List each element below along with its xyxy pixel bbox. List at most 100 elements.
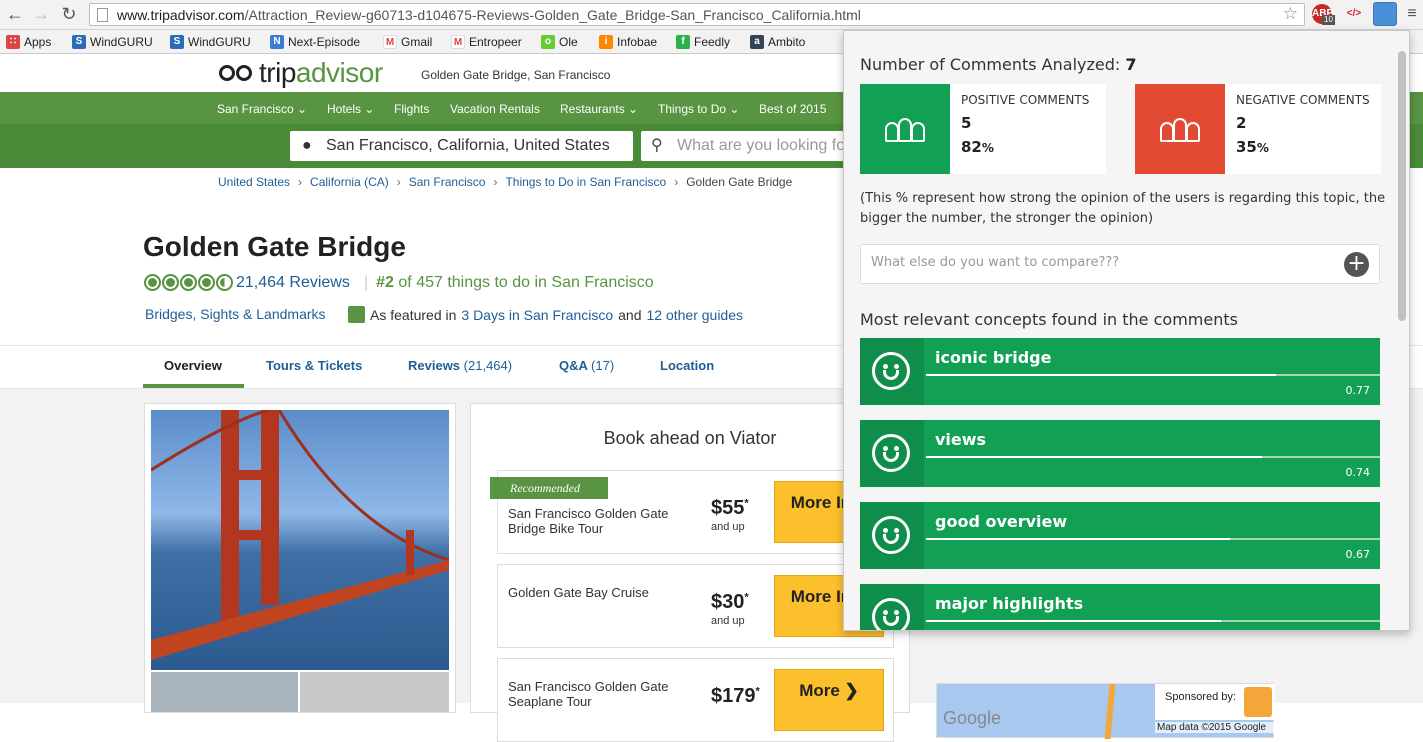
thumbnail[interactable] xyxy=(300,672,449,712)
breadcrumb-current: Golden Gate Bridge xyxy=(686,175,793,189)
concept-score-bar xyxy=(926,620,1380,622)
tour-item[interactable]: San Francisco Golden Gate Seaplane Tour … xyxy=(497,658,894,742)
photo-card xyxy=(144,403,456,713)
bookmark-gmail[interactable]: M Gmail xyxy=(383,34,432,50)
apps-grid-icon: ∷ xyxy=(6,35,20,49)
ole-icon: o xyxy=(541,35,555,49)
concept-score-fill xyxy=(926,374,1276,376)
tab-overview[interactable]: Overview xyxy=(164,358,222,373)
nav-hotels[interactable]: Hotels ⌄ xyxy=(327,102,374,116)
negative-card: NEGATIVE COMMENTS 2 35% xyxy=(1135,84,1381,174)
bridge-photo[interactable] xyxy=(151,410,449,670)
nav-best-of-2015[interactable]: Best of 2015 xyxy=(759,102,826,116)
more-info-button[interactable]: More ❯ xyxy=(774,669,884,731)
nav-san-francisco[interactable]: San Francisco ⌄ xyxy=(217,102,307,116)
reload-icon[interactable]: ↻ xyxy=(58,3,80,25)
bookmark-entropeer[interactable]: M Entropeer xyxy=(451,34,522,50)
google-logo: Google xyxy=(943,708,1002,728)
url-text[interactable]: www.tripadvisor.com/Attraction_Review-g6… xyxy=(117,7,861,23)
sentiment-extension-icon[interactable] xyxy=(1373,2,1397,26)
concept-score-fill xyxy=(926,538,1231,540)
map-road xyxy=(1104,684,1116,739)
nav-restaurants[interactable]: Restaurants ⌄ xyxy=(560,102,638,116)
menu-icon[interactable]: ≡ xyxy=(1404,4,1420,24)
tab-reviews[interactable]: Reviews (21,464) xyxy=(408,358,512,373)
concept-card[interactable]: good overview 0.67 xyxy=(860,502,1380,569)
bridge-illustration xyxy=(151,410,449,660)
location-pin-icon: ● xyxy=(302,137,312,154)
tab-qa[interactable]: Q&A (17) xyxy=(559,358,614,373)
nav-vacation-rentals[interactable]: Vacation Rentals xyxy=(450,102,540,116)
map[interactable]: Google Sponsored by: Map data ©2015 Goog… xyxy=(936,683,1275,739)
bookmark-apps[interactable]: ∷ Apps xyxy=(6,34,51,50)
relevant-concepts-title: Most relevant concepts found in the comm… xyxy=(860,310,1238,329)
thumbnail[interactable] xyxy=(151,672,298,712)
add-compare-button[interactable]: + xyxy=(1344,252,1369,277)
tour-item[interactable]: Golden Gate Bay Cruise $30* and up More … xyxy=(497,564,894,648)
bookmark-feedly[interactable]: f Feedly xyxy=(676,34,730,50)
bookmark-infobae[interactable]: i Infobae xyxy=(599,34,657,50)
popup-scrollbar[interactable] xyxy=(1398,51,1406,321)
guide-book-icon xyxy=(348,306,365,323)
compare-input[interactable] xyxy=(871,255,1331,270)
concept-card[interactable]: views 0.74 xyxy=(860,420,1380,487)
concept-score-fill xyxy=(926,620,1222,622)
nav-things-to-do[interactable]: Things to Do ⌄ xyxy=(658,102,739,116)
smile-icon xyxy=(872,516,910,554)
compare-box: + xyxy=(860,244,1380,284)
page-icon xyxy=(97,8,108,22)
concept-card[interactable]: major highlights xyxy=(860,584,1380,630)
back-arrow-icon[interactable]: ← xyxy=(4,3,26,25)
code-extension-icon[interactable]: </> xyxy=(1341,4,1367,24)
map-sponsor: Sponsored by: xyxy=(1165,691,1236,703)
concept-score-bar xyxy=(926,374,1380,376)
infobae-icon: i xyxy=(599,35,613,49)
concept-score-bar xyxy=(926,538,1380,540)
smile-icon xyxy=(872,352,910,390)
breadcrumb-california[interactable]: California (CA) xyxy=(310,175,389,189)
negative-people-icon xyxy=(1135,84,1225,174)
abp-badge: 10 xyxy=(1322,15,1335,25)
address-bar[interactable]: www.tripadvisor.com/Attraction_Review-g6… xyxy=(89,3,1305,26)
positive-people-icon xyxy=(860,84,950,174)
guide-link-3-days[interactable]: 3 Days in San Francisco xyxy=(461,307,613,323)
next-episode-icon: N xyxy=(270,35,284,49)
smile-icon xyxy=(872,598,910,630)
bookmark-next-episode[interactable]: N Next-Episode xyxy=(270,34,360,50)
active-tab-indicator xyxy=(143,384,244,388)
comfort-inn-logo xyxy=(1244,687,1272,717)
category-link[interactable]: Bridges, Sights & Landmarks xyxy=(145,306,326,322)
bookmark-ambito[interactable]: a Ambito xyxy=(750,34,805,50)
recommended-ribbon: Recommended xyxy=(490,477,608,499)
concept-score-bar xyxy=(926,456,1380,458)
forward-arrow-icon[interactable]: → xyxy=(30,3,52,25)
review-count-link[interactable]: 21,464 Reviews xyxy=(236,274,350,292)
comments-analyzed: Number of Comments Analyzed: 7 xyxy=(860,55,1137,74)
ranking: | #2 of 457 things to do in San Francisco xyxy=(364,274,654,291)
tab-tours-tickets[interactable]: Tours & Tickets xyxy=(266,358,362,373)
windguru-icon: S xyxy=(170,35,184,49)
nav-flights[interactable]: Flights xyxy=(394,102,429,116)
featured-in: As featured in 3 Days in San Francisco a… xyxy=(348,306,743,323)
breadcrumb-san-francisco[interactable]: San Francisco xyxy=(409,175,486,189)
location-field[interactable]: ● San Francisco, California, United Stat… xyxy=(290,131,633,161)
guide-link-other[interactable]: 12 other guides xyxy=(646,307,743,323)
positive-card: POSITIVE COMMENTS 5 82% xyxy=(860,84,1106,174)
bookmark-star-icon[interactable]: ☆ xyxy=(1283,4,1298,24)
search-input[interactable]: ⚲ What are you looking fo xyxy=(641,131,851,161)
bookmark-windguru[interactable]: S WindGURU xyxy=(72,34,153,50)
breadcrumb: United States › California (CA) › San Franci… xyxy=(218,175,793,189)
breadcrumb-things-to-do[interactable]: Things to Do in San Francisco xyxy=(505,175,666,189)
bookmark-windguru-2[interactable]: S WindGURU xyxy=(170,34,251,50)
rating-bubbles xyxy=(144,274,233,291)
tour-item[interactable]: Recommended San Francisco Golden Gate Br… xyxy=(490,470,894,554)
bookmark-ole[interactable]: o Ole xyxy=(541,34,578,50)
page-title: Golden Gate Bridge xyxy=(143,231,406,262)
gmail-icon: M xyxy=(383,35,397,49)
map-attribution: Map data ©2015 Google xyxy=(1155,722,1275,733)
concept-card[interactable]: iconic bridge 0.77 xyxy=(860,338,1380,405)
windguru-icon: S xyxy=(72,35,86,49)
breadcrumb-united-states[interactable]: United States xyxy=(218,175,290,189)
tripadvisor-logo[interactable]: tripadvisor xyxy=(219,57,383,89)
tab-location[interactable]: Location xyxy=(660,358,714,373)
